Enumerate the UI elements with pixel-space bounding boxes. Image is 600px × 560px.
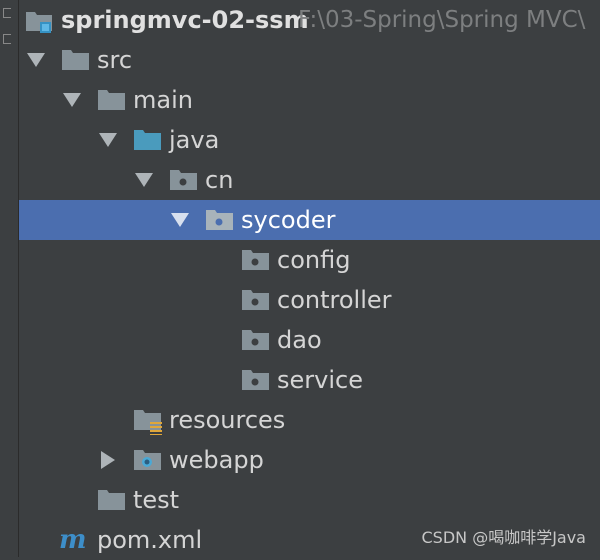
tree-node-label: service — [277, 366, 363, 394]
tree-node-label: cn — [205, 166, 234, 194]
tree-node-label: src — [97, 46, 133, 74]
gutter-bracket-icon — [3, 8, 11, 18]
tree-node-label: resources — [169, 406, 286, 434]
tree-node-src[interactable]: src — [19, 40, 600, 80]
project-tree: springmvc-02-ssm F:\03-Spring\Spring MVC… — [19, 0, 600, 557]
gutter-bracket-icon — [3, 34, 11, 44]
package-icon — [241, 329, 271, 351]
package-icon — [169, 169, 199, 191]
maven-icon: m — [59, 525, 87, 555]
tree-node-java[interactable]: java — [19, 120, 600, 160]
folder-icon — [61, 49, 91, 71]
tree-node-controller[interactable]: controller — [19, 280, 600, 320]
tree-node-label: sycoder — [241, 206, 336, 234]
tree-node-webapp[interactable]: webapp — [19, 440, 600, 480]
tree-node-resources[interactable]: resources — [19, 400, 600, 440]
tree-node-dao[interactable]: dao — [19, 320, 600, 360]
tree-node-test[interactable]: test — [19, 480, 600, 520]
tree-node-main[interactable]: main — [19, 80, 600, 120]
collapse-arrow-icon[interactable] — [97, 440, 117, 480]
watermark: CSDN @喝咖啡学Java — [421, 528, 586, 547]
expand-arrow-icon[interactable] — [169, 200, 189, 240]
folder-icon — [97, 89, 127, 111]
web-folder-icon — [133, 449, 163, 471]
package-icon — [205, 209, 235, 231]
tree-node-label: pom.xml — [97, 526, 203, 554]
expand-arrow-icon[interactable] — [133, 160, 153, 200]
tree-node-label: java — [169, 126, 220, 154]
tree-node-config[interactable]: config — [19, 240, 600, 280]
package-icon — [241, 249, 271, 271]
tree-node-label: config — [277, 246, 351, 274]
package-icon — [241, 369, 271, 391]
resources-folder-icon — [133, 409, 163, 435]
expand-arrow-icon[interactable] — [25, 40, 45, 80]
tree-node-project[interactable]: springmvc-02-ssm F:\03-Spring\Spring MVC… — [19, 0, 600, 40]
tree-node-label: webapp — [169, 446, 264, 474]
module-folder-icon — [25, 9, 55, 33]
tree-node-sycoder[interactable]: sycoder — [19, 200, 600, 240]
tree-node-cn[interactable]: cn — [19, 160, 600, 200]
folder-icon — [97, 489, 127, 511]
source-folder-icon — [133, 129, 163, 151]
left-gutter — [0, 0, 19, 557]
tree-node-label: test — [133, 486, 180, 514]
expand-arrow-icon[interactable] — [97, 120, 117, 160]
tree-node-service[interactable]: service — [19, 360, 600, 400]
expand-arrow-icon[interactable] — [61, 80, 81, 120]
tree-node-label: controller — [277, 286, 392, 314]
project-path: F:\03-Spring\Spring MVC\ — [298, 7, 586, 33]
package-icon — [241, 289, 271, 311]
tree-node-label: main — [133, 86, 193, 114]
tree-node-label: dao — [277, 326, 322, 354]
project-name: springmvc-02-ssm — [61, 6, 309, 34]
